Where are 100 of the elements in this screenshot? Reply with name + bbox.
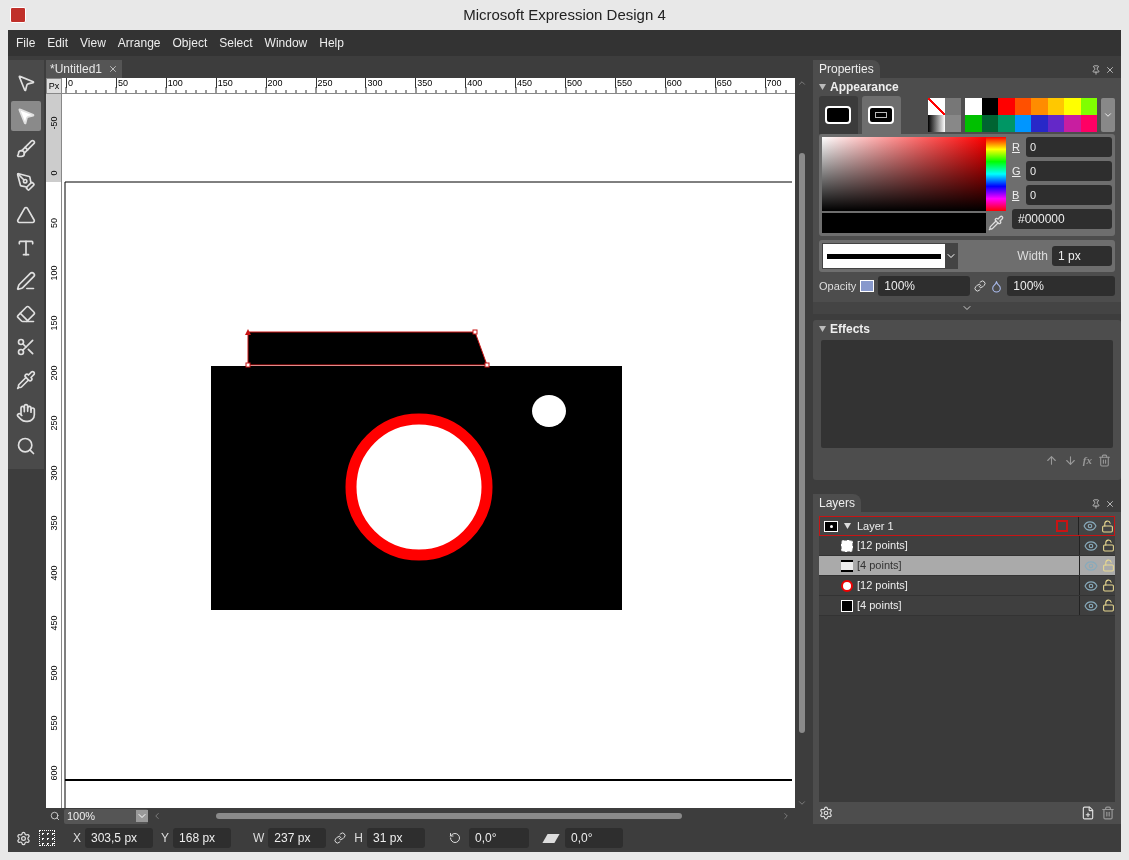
field-label: X xyxy=(73,830,81,847)
value-field[interactable]: 237 px xyxy=(268,828,327,848)
channel-label: R xyxy=(1012,139,1020,155)
rotation-field[interactable]: 0,0° xyxy=(469,828,530,848)
section-header[interactable]: Appearance xyxy=(813,78,1121,96)
object-row[interactable]: [12 points] xyxy=(819,576,1115,596)
stroke-opacity-field[interactable]: 100% xyxy=(1007,276,1115,296)
panel-tab[interactable]: Properties xyxy=(813,60,880,78)
ruler-unit: Px xyxy=(46,78,62,94)
ruler-label: 350 xyxy=(415,78,433,88)
pen-icon xyxy=(16,271,36,291)
collapse-triangle-icon xyxy=(819,84,826,90)
arrow-down-icon[interactable] xyxy=(1063,453,1077,467)
color-picker-area[interactable] xyxy=(822,137,986,211)
link-icon[interactable] xyxy=(974,280,987,292)
ruler-label: 100 xyxy=(165,78,183,88)
eye-icon[interactable] xyxy=(1083,519,1097,533)
scroll-down-icon[interactable] xyxy=(797,798,807,808)
ruler-label: 300 xyxy=(49,464,59,483)
menu-item[interactable]: Window xyxy=(258,34,314,52)
hand-icon xyxy=(16,403,36,423)
close-icon[interactable] xyxy=(1105,65,1115,75)
pin-icon[interactable] xyxy=(1091,499,1101,509)
value-field[interactable]: 31 px xyxy=(367,828,426,848)
close-icon[interactable] xyxy=(1105,499,1115,509)
color-swatch[interactable] xyxy=(965,115,982,132)
menu-item[interactable]: Arrange xyxy=(111,34,167,52)
color-swatch[interactable] xyxy=(965,98,982,115)
menu-item[interactable]: Help xyxy=(313,34,350,52)
layer-color-marker[interactable] xyxy=(1056,520,1068,532)
fill-tab[interactable] xyxy=(819,96,858,134)
menu-item[interactable]: Select xyxy=(213,34,259,52)
color-swatch[interactable] xyxy=(1031,115,1048,132)
layer-row[interactable]: Layer 1 xyxy=(819,516,1115,536)
rotate-icon[interactable] xyxy=(449,832,462,844)
color-swatch[interactable] xyxy=(1064,115,1081,132)
channel-label: B xyxy=(1012,187,1020,203)
width-field[interactable]: 1 px xyxy=(1052,246,1112,266)
search-icon xyxy=(16,436,36,456)
layer-thumbnail xyxy=(824,520,838,532)
trash-icon[interactable] xyxy=(1098,453,1111,467)
value-field[interactable]: 303,5 px xyxy=(85,828,153,848)
ruler-label: 350 xyxy=(49,514,59,533)
channel-field[interactable]: 0 xyxy=(1026,161,1112,181)
lock-open-icon[interactable] xyxy=(1101,519,1114,533)
channel-field[interactable]: 0 xyxy=(1026,185,1112,205)
settings-icon[interactable] xyxy=(819,806,833,820)
ruler-label: 450 xyxy=(49,614,59,633)
panel-tab[interactable]: Layers xyxy=(813,494,862,512)
menu-item[interactable]: Edit xyxy=(41,34,75,52)
settings-icon[interactable] xyxy=(16,830,31,846)
eye-icon[interactable] xyxy=(1084,538,1098,553)
trash-icon[interactable] xyxy=(1101,806,1115,820)
document-tab[interactable]: *Untitled1 xyxy=(46,60,123,78)
color-swatch[interactable] xyxy=(1031,98,1048,115)
shape-thumbnail xyxy=(841,579,853,592)
pin-icon[interactable] xyxy=(1091,65,1101,75)
link-icon[interactable] xyxy=(334,832,347,844)
channel-field[interactable]: 0 xyxy=(1026,137,1112,157)
opacity-field[interactable]: 100% xyxy=(878,276,971,296)
menu-item[interactable]: File xyxy=(10,34,42,52)
special-swatches-drawing[interactable] xyxy=(928,98,962,132)
eye-icon[interactable] xyxy=(1084,598,1098,613)
section-header[interactable]: Effects xyxy=(813,320,1121,338)
color-swatch[interactable] xyxy=(998,98,1015,115)
skew-field[interactable]: 0,0° xyxy=(565,828,624,848)
width-label: Width xyxy=(1017,248,1048,265)
ruler-label: 400 xyxy=(49,564,59,583)
value-field[interactable]: 168 px xyxy=(173,828,232,848)
color-swatch[interactable] xyxy=(1064,98,1081,115)
close-icon[interactable] xyxy=(108,64,119,74)
menu-item[interactable]: View xyxy=(74,34,112,52)
eyedropper-icon[interactable] xyxy=(988,215,1004,231)
hex-field[interactable]: #000000 xyxy=(1012,209,1112,229)
opacity-label: Opacity xyxy=(819,278,857,294)
stroke-style-dropdown[interactable] xyxy=(822,243,958,269)
object-name: [4 points] xyxy=(857,558,903,574)
app-logo-icon xyxy=(10,7,26,23)
color-swatch[interactable] xyxy=(998,115,1015,132)
zoom-field[interactable]: 100% xyxy=(64,808,148,824)
new-layer-icon[interactable] xyxy=(1081,806,1095,820)
ruler-label: -50 xyxy=(49,115,59,132)
reference-point-icon[interactable] xyxy=(39,830,55,846)
eye-icon[interactable] xyxy=(1084,578,1098,593)
tool-button[interactable] xyxy=(11,101,41,131)
arrow-up-icon[interactable] xyxy=(1044,453,1058,467)
swatch-dropdown[interactable] xyxy=(1101,98,1115,132)
object-row[interactable]: [4 points] xyxy=(819,596,1115,616)
menu-item[interactable]: Object xyxy=(166,34,214,52)
lock-open-icon[interactable] xyxy=(1102,579,1115,592)
expand-triangle-icon[interactable] xyxy=(844,523,851,529)
object-row[interactable]: [12 points] xyxy=(819,536,1115,556)
channel-label: G xyxy=(1012,163,1020,179)
ruler-label: 200 xyxy=(265,78,283,88)
ruler-label: 550 xyxy=(614,78,632,88)
ruler-label: 300 xyxy=(365,78,383,88)
lock-open-icon[interactable] xyxy=(1102,539,1115,552)
stroke-tab[interactable] xyxy=(861,96,901,134)
lock-open-icon[interactable] xyxy=(1102,599,1115,612)
ruler-label: 150 xyxy=(49,314,59,333)
